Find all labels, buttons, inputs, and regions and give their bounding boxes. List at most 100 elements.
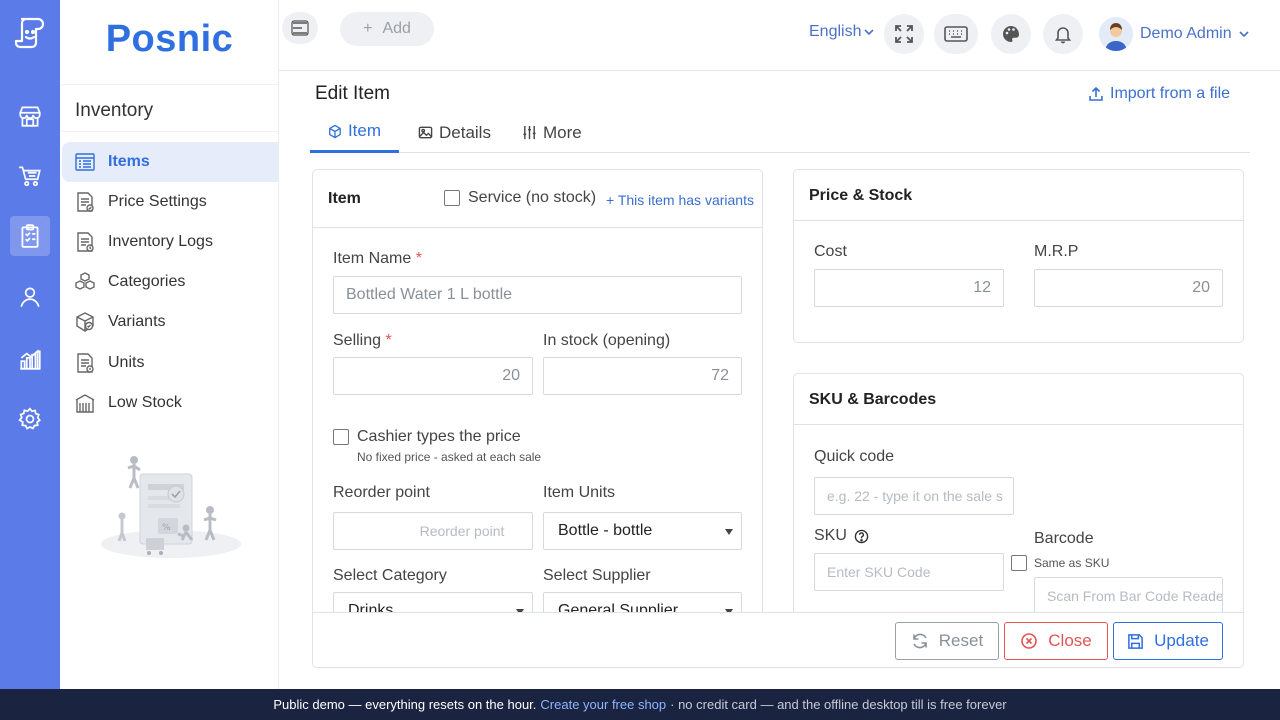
refresh-icon [912,633,927,649]
page-title: Edit Item [315,83,390,104]
banner-lead: Public demo — everything resets on the h… [273,697,537,712]
user-menu[interactable]: Demo Admin [1099,17,1249,51]
same-as-sku-checkbox[interactable] [1011,555,1027,571]
cost-label: Cost [814,243,847,260]
tab-label: More [543,122,582,142]
cube-icon [329,124,341,138]
top-bar: + Add English Demo Admin [279,0,1280,71]
cashier-label: Cashier types the price [357,428,521,445]
sliders-icon [523,125,536,140]
avatar [1099,17,1133,51]
keyboard-icon [944,26,968,42]
svg-text:%: % [162,523,171,533]
barcode-input[interactable]: Scan From Bar Code Reade [1034,577,1223,612]
item-units-select[interactable]: Bottle - bottle [543,512,742,550]
rail-chart-icon[interactable] [10,339,50,379]
menu-item-label: Items [108,153,150,170]
selling-price-input[interactable]: 20 [333,357,533,395]
tab-more[interactable]: More [504,112,600,153]
menu-item-items[interactable]: Items [62,142,279,182]
tab-label: Details [439,122,491,142]
item-name-input[interactable]: Bottled Water 1 L bottle [333,276,742,314]
mrp-label: M.R.P [1034,243,1079,260]
theme-button[interactable] [991,14,1031,54]
item-card-viewport: Item Service (no stock) + This item has … [312,169,764,612]
menu-item-variants[interactable]: Variants [62,302,279,342]
supplier-select[interactable]: General Supplier [543,592,742,612]
add-button[interactable]: + Add [340,12,434,46]
service-checkbox[interactable] [444,190,460,206]
item-name-label-text: Item Name [333,250,412,267]
brand-name[interactable]: Posnic [60,18,279,61]
cashier-price-checkbox[interactable] [333,429,349,445]
reorder-label: Reorder point [333,484,430,501]
rail-user-icon[interactable] [10,277,50,317]
supplier-label: Select Supplier [543,567,651,584]
user-name: Demo Admin [1140,25,1232,42]
sku-card-viewport: SKU & Barcodes Quick code e.g. 22 - type… [793,373,1245,612]
reset-label: Reset [938,631,984,650]
reorder-point-input[interactable]: Reorder point [333,512,533,550]
category-select[interactable]: Drinks [333,592,533,612]
menu-item-low-stock[interactable]: Low Stock [62,383,279,423]
warehouse-icon [74,392,96,414]
side-menu: Posnic Inventory Items Price Settings In… [60,0,279,689]
update-button[interactable]: Update [1113,622,1223,660]
palette-icon [1003,26,1019,42]
rail-gear-icon[interactable] [10,399,50,439]
rail-store-icon[interactable] [10,96,50,136]
help-icon[interactable] [854,529,869,544]
menu-item-label: Units [108,354,145,371]
menu-item-categories[interactable]: Categories [62,262,279,302]
chevron-down-icon [1239,31,1249,38]
banner-tail: · no credit card — and the offline deskt… [670,697,1007,712]
menu-toggle-button[interactable] [282,12,318,44]
stock-label: In stock (opening) [543,332,671,349]
rail-clipboard-icon[interactable] [10,216,50,256]
category-value: Drinks [348,602,394,612]
menu-item-label: Categories [108,273,186,290]
rail-cart-icon[interactable] [10,156,50,196]
variants-link[interactable]: + This item has variants [606,192,754,208]
reset-button[interactable]: Reset [895,622,999,660]
opening-stock-input[interactable]: 72 [543,357,742,395]
align-left-icon [291,20,309,36]
service-label: Service (no stock) [468,189,597,206]
menu-item-units[interactable]: Units [62,343,279,383]
close-button[interactable]: Close [1004,622,1108,660]
tab-item[interactable]: Item [310,112,399,153]
fullscreen-button[interactable] [884,14,924,54]
menu-item-label: Inventory Logs [108,233,213,250]
caret-down-icon [725,529,733,535]
sku-label: SKU [814,527,847,544]
menu-item-label: Price Settings [108,193,207,210]
menu-title: Inventory [75,100,154,121]
app-logo-icon[interactable] [12,14,48,50]
selling-label-text: Selling [333,332,382,349]
import-label: Import from a file [1110,85,1231,102]
tab-bar: Item Details More [310,112,1250,153]
bell-icon [1054,27,1072,44]
menu-item-price-settings[interactable]: Price Settings [62,182,279,222]
plus-icon: + [363,20,373,37]
notifications-button[interactable] [1043,14,1083,54]
tab-label: Item [347,121,381,140]
cost-input[interactable]: 12 [814,269,1004,307]
icon-rail [0,0,60,689]
language-selector[interactable]: English [809,23,875,41]
create-shop-link[interactable]: Create your free shop [540,697,666,712]
tab-details[interactable]: Details [400,112,509,153]
menu-item-inventory-logs[interactable]: Inventory Logs [62,222,279,262]
price-stock-card: Price & Stock Cost 12 M.R.P 20 [793,169,1244,343]
selling-label: Selling * [333,332,392,350]
sku-input[interactable]: Enter SKU Code [814,553,1004,591]
keyboard-shortcuts-button[interactable] [934,14,978,54]
units-label: Item Units [543,484,616,501]
variant-box-icon [74,311,96,333]
barcode-label: Barcode [1034,530,1094,547]
mrp-input[interactable]: 20 [1034,269,1223,307]
quick-code-input[interactable]: e.g. 22 - type it on the sale s [814,477,1014,515]
import-link[interactable]: Import from a file [1088,85,1230,103]
language-label: English [809,23,862,40]
add-label: Add [382,20,411,37]
